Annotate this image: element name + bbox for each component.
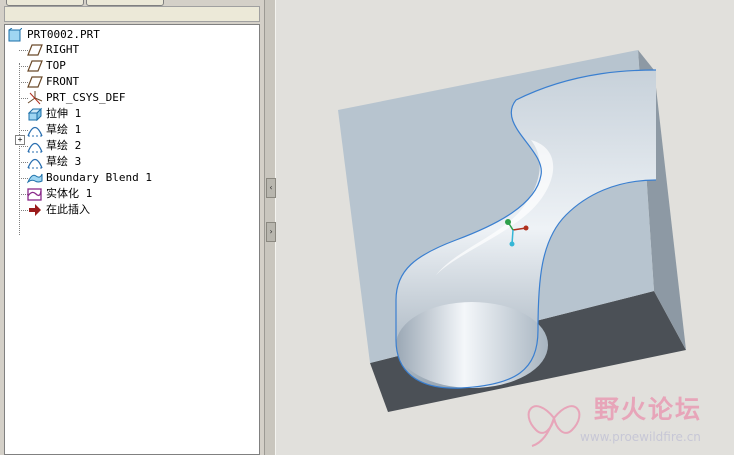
part-icon [8, 27, 24, 42]
tree-item-label: 草绘 1 [46, 123, 82, 136]
tree-root-label: PRT0002.PRT [27, 28, 100, 41]
coordinate-system-icon [27, 91, 43, 105]
tree-item-sketch-2[interactable]: 草绘 2 [27, 138, 81, 154]
tree-item-label: 实体化 1 [46, 187, 93, 200]
tree-item-right[interactable]: RIGHT [27, 42, 79, 58]
tree-item-solidify[interactable]: 实体化 1 [27, 186, 92, 202]
model-tree[interactable]: PRT0002.PRT RIGHT TOP FRONT PRT_CSYS_DEF… [4, 24, 260, 455]
tree-item-label: 草绘 2 [46, 139, 82, 152]
tree-item-sketch-3[interactable]: 草绘 3 [27, 154, 81, 170]
watermark-logo-icon [527, 405, 581, 447]
boundary-blend-icon [26, 171, 43, 185]
tree-item-boundary-blend[interactable]: Boundary Blend 1 [26, 170, 152, 186]
extrude-icon [27, 107, 43, 122]
datum-plane-icon [27, 75, 43, 89]
watermark-url: www.proewildfire.cn [580, 430, 701, 444]
watermark-title: 野火论坛 [594, 395, 703, 424]
panel-sash[interactable]: ‹ › [264, 0, 276, 455]
watermark: 野火论坛 www.proewildfire.cn [524, 384, 734, 454]
tree-header [4, 6, 260, 22]
tree-item-label: RIGHT [46, 43, 80, 56]
tree-item-label: 草绘 3 [46, 155, 82, 168]
tree-item-label: FRONT [46, 75, 80, 88]
datum-plane-icon [27, 43, 43, 57]
sketch-icon [27, 139, 43, 153]
tree-item-insert-here[interactable]: 在此插入 [27, 202, 90, 218]
tree-item-label: 拉伸 1 [46, 107, 82, 120]
collapse-left-button[interactable]: ‹ [266, 178, 276, 198]
solidify-icon [27, 187, 43, 201]
tree-item-front[interactable]: FRONT [27, 74, 79, 90]
tree-item-label: TOP [46, 59, 66, 72]
tree-item-csys[interactable]: PRT_CSYS_DEF [27, 90, 125, 106]
datum-plane-icon [27, 59, 43, 73]
tree-item-sketch-1[interactable]: 草绘 1 [27, 122, 81, 138]
expand-right-button[interactable]: › [266, 222, 276, 242]
tree-item-label: Boundary Blend 1 [46, 171, 152, 184]
graphics-viewport[interactable]: 野火论坛 www.proewildfire.cn [276, 0, 734, 455]
sketch-icon [27, 155, 43, 169]
sketch-icon [27, 123, 43, 137]
tree-root[interactable]: PRT0002.PRT [8, 27, 100, 43]
tree-item-label: PRT_CSYS_DEF [46, 91, 126, 104]
tree-item-label: 在此插入 [46, 203, 90, 216]
bottom-cylinder-face [396, 302, 548, 388]
expand-icon[interactable]: + [15, 135, 25, 145]
tree-item-top[interactable]: TOP [27, 58, 66, 74]
tree-item-extrude[interactable]: 拉伸 1 [27, 106, 81, 122]
insert-here-arrow-icon [27, 203, 43, 217]
model-tree-panel: PRT0002.PRT RIGHT TOP FRONT PRT_CSYS_DEF… [0, 0, 264, 455]
